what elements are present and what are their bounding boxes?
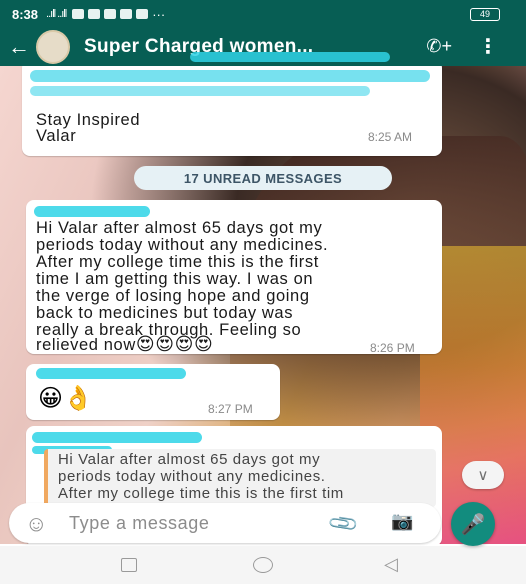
notification-icon xyxy=(72,9,85,19)
group-avatar[interactable] xyxy=(36,30,70,64)
message-bubble[interactable]: 😀👌 8:27 PM xyxy=(26,364,280,420)
nav-back-icon[interactable]: ◁ xyxy=(384,554,398,575)
message-input-row: ☺ 📎 📷 🎤 xyxy=(0,500,526,546)
redaction-mark xyxy=(190,52,390,62)
heart-eyes-emoji-icon: 😍😍😍😍 xyxy=(135,334,214,354)
message-input[interactable] xyxy=(69,509,309,537)
message-input-pill[interactable]: ☺ 📎 📷 xyxy=(9,503,441,543)
quoted-line: Hi Valar after almost 65 days got my xyxy=(58,451,321,468)
message-time: 8:25 AM xyxy=(368,130,413,144)
message-bubble[interactable]: Stay Inspired Valar 8:25 AM xyxy=(22,66,442,156)
notification-icon xyxy=(88,9,101,19)
notification-icon xyxy=(120,9,133,19)
message-line: relieved now😍😍😍😍 xyxy=(36,334,213,356)
sender-name-redacted xyxy=(36,368,186,379)
arrow-left-icon[interactable]: ← xyxy=(4,34,34,60)
chevron-double-down-icon: ∨ xyxy=(477,467,489,484)
redaction-mark xyxy=(30,86,370,96)
more-notifications-icon: ··· xyxy=(152,6,166,22)
mic-icon: 🎤 xyxy=(460,513,486,536)
quoted-message[interactable]: Hi Valar after almost 65 days got my per… xyxy=(44,449,436,507)
unread-messages-badge: 17 UNREAD MESSAGES xyxy=(134,166,392,190)
status-bar: 8:38 ..ıll ..ıll ··· 49 xyxy=(0,0,526,28)
paperclip-icon[interactable]: 📎 xyxy=(326,506,361,541)
system-nav-bar: ◁ xyxy=(0,546,526,584)
notification-icon xyxy=(104,9,117,19)
home-icon[interactable] xyxy=(253,557,273,573)
message-text: Valar xyxy=(36,127,77,145)
camera-icon[interactable]: 📷 xyxy=(391,511,413,532)
add-call-icon[interactable]: ✆+ xyxy=(426,36,452,57)
smiley-icon[interactable]: ☺ xyxy=(25,511,47,537)
notification-icon xyxy=(136,9,149,19)
signal-icon: ..ıll ..ıll xyxy=(46,8,67,20)
redaction-mark xyxy=(30,70,430,82)
scroll-down-button[interactable]: ∨ xyxy=(462,461,504,489)
status-time: 8:38 xyxy=(12,6,39,22)
sender-name-redacted xyxy=(34,206,150,217)
message-line-tail: relieved now xyxy=(36,336,136,354)
message-time: 8:27 PM xyxy=(208,402,253,416)
quoted-line: periods today without any medicines. xyxy=(58,468,326,485)
message-bubble[interactable]: Hi Valar after almost 65 days got my per… xyxy=(26,200,442,356)
more-vert-icon[interactable]: ⋮ xyxy=(478,34,498,59)
chat-area[interactable]: Stay Inspired Valar 8:25 AM 17 UNREAD ME… xyxy=(0,66,526,544)
mic-button[interactable]: 🎤 xyxy=(451,502,495,546)
battery-icon: 49 xyxy=(470,8,500,21)
recent-apps-icon[interactable] xyxy=(121,558,137,572)
emoji-message: 😀👌 xyxy=(38,385,93,412)
sender-name-redacted xyxy=(32,432,202,443)
message-time: 8:26 PM xyxy=(370,341,415,355)
